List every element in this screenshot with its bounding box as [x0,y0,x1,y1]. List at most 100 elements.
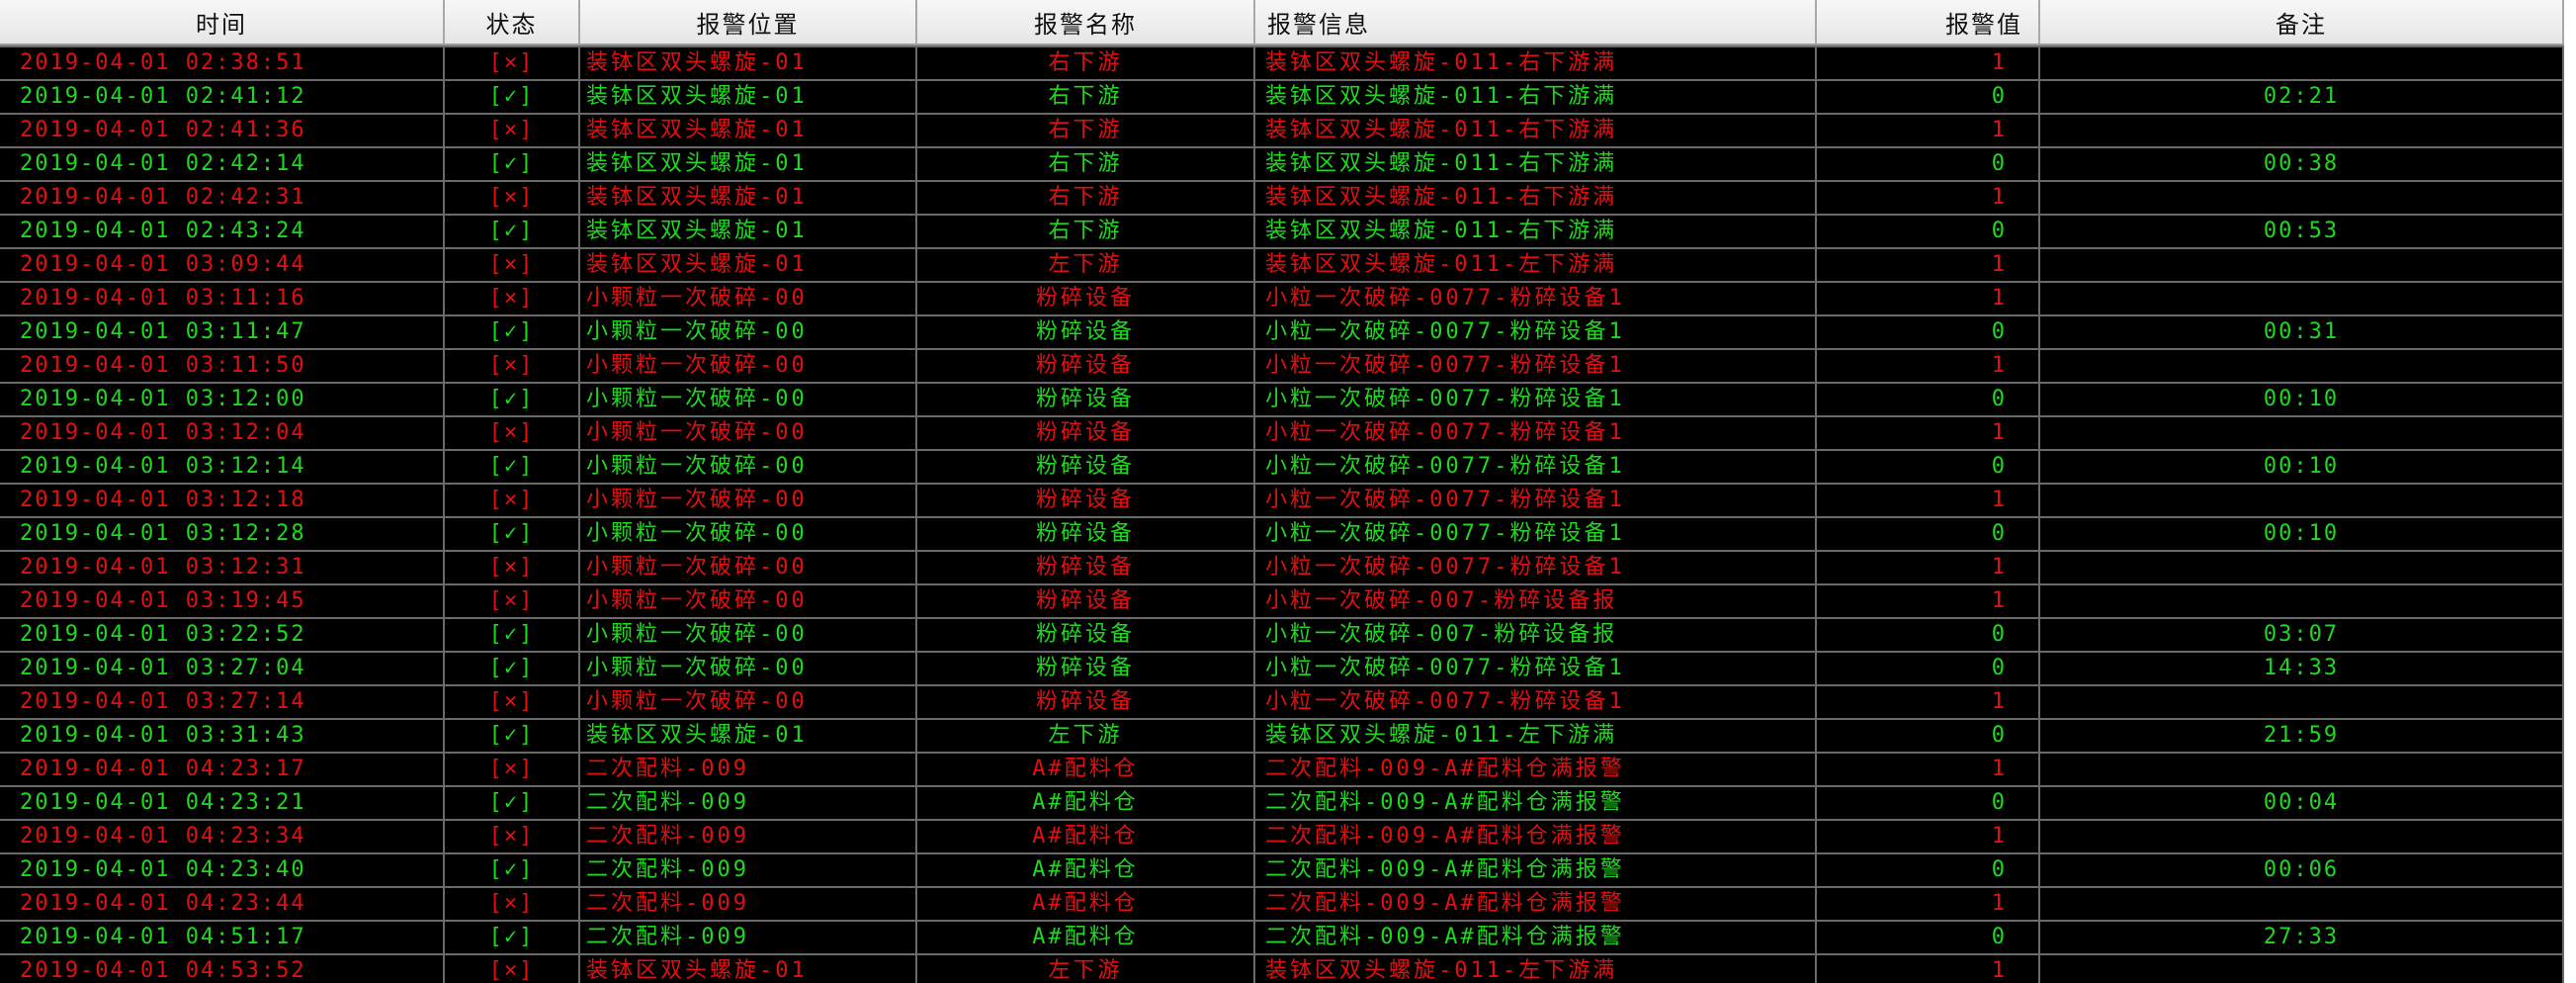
alarm-value-cell: 0 [1817,720,2040,752]
note-cell: 27:33 [2040,922,2564,953]
status-cell: [×] [445,417,580,449]
status-cell: [✓] [445,451,580,483]
table-row[interactable]: 2019-04-01 04:23:17 [×] 二次配料-009 A#配料仓 二次配料-… [0,752,2564,785]
alarm-name-cell: 粉碎设备 [917,485,1255,516]
table-row[interactable]: 2019-04-01 02:41:12 [✓] 装钵区双头螺旋-01 右下游 装钵区双头… [0,79,2564,113]
alarm-info-cell: 装钵区双头螺旋-011-右下游满 [1255,148,1817,180]
note-cell [2040,821,2564,852]
status-cell: [×] [445,754,580,785]
table-row[interactable]: 2019-04-01 02:42:31 [×] 装钵区双头螺旋-01 右下游 装钵区双头… [0,180,2564,214]
alarm-value-cell: 1 [1817,417,2040,449]
table-row[interactable]: 2019-04-01 03:11:47 [✓] 小颗粒一次破碎-00 粉碎设备 小粒一次… [0,314,2564,348]
table-row[interactable]: 2019-04-01 04:23:44 [×] 二次配料-009 A#配料仓 二次配料-… [0,886,2564,920]
table-row[interactable]: 2019-04-01 02:43:24 [✓] 装钵区双头螺旋-01 右下游 装钵区双头… [0,214,2564,247]
column-header-alarm-info[interactable]: 报警信息 [1255,0,1817,44]
column-header-location[interactable]: 报警位置 [580,0,917,44]
alarm-info-cell: 小粒一次破碎-007-粉碎设备报 [1255,585,1817,617]
column-header-alarm-name[interactable]: 报警名称 [917,0,1255,44]
location-cell: 小颗粒一次破碎-00 [580,518,917,550]
table-row[interactable]: 2019-04-01 03:19:45 [×] 小颗粒一次破碎-00 粉碎设备 小粒一次… [0,583,2564,617]
alarm-info-cell: 装钵区双头螺旋-011-右下游满 [1255,47,1817,79]
alarm-value-cell: 1 [1817,585,2040,617]
note-cell: 21:59 [2040,720,2564,752]
table-row[interactable]: 2019-04-01 04:23:40 [✓] 二次配料-009 A#配料仓 二次配料-… [0,852,2564,886]
location-cell: 小颗粒一次破碎-00 [580,350,917,382]
alarm-info-cell: 装钵区双头螺旋-011-右下游满 [1255,182,1817,214]
table-row[interactable]: 2019-04-01 03:09:44 [×] 装钵区双头螺旋-01 左下游 装钵区双头… [0,247,2564,281]
alarm-name-cell: 右下游 [917,81,1255,113]
alarm-name-cell: A#配料仓 [917,922,1255,953]
table-row[interactable]: 2019-04-01 03:31:43 [✓] 装钵区双头螺旋-01 左下游 装钵区双头… [0,718,2564,752]
location-cell: 装钵区双头螺旋-01 [580,115,917,146]
alarm-name-cell: 右下游 [917,47,1255,79]
alarm-value-cell: 0 [1817,619,2040,651]
location-cell: 小颗粒一次破碎-00 [580,417,917,449]
alarm-value-cell: 1 [1817,754,2040,785]
alarm-name-cell: A#配料仓 [917,888,1255,920]
alarm-info-cell: 装钵区双头螺旋-011-右下游满 [1255,115,1817,146]
table-row[interactable]: 2019-04-01 03:27:04 [✓] 小颗粒一次破碎-00 粉碎设备 小粒一次… [0,651,2564,684]
location-cell: 二次配料-009 [580,754,917,785]
table-row[interactable]: 2019-04-01 03:12:31 [×] 小颗粒一次破碎-00 粉碎设备 小粒一次… [0,550,2564,583]
alarm-value-cell: 1 [1817,182,2040,214]
alarm-value-cell: 0 [1817,518,2040,550]
alarm-name-cell: 右下游 [917,216,1255,247]
column-header-status[interactable]: 状态 [445,0,580,44]
location-cell: 二次配料-009 [580,787,917,819]
alarm-info-cell: 二次配料-009-A#配料仓满报警 [1255,787,1817,819]
table-row[interactable]: 2019-04-01 02:42:14 [✓] 装钵区双头螺旋-01 右下游 装钵区双头… [0,146,2564,180]
alarm-name-cell: A#配料仓 [917,754,1255,785]
table-header: 时间 状态 报警位置 报警名称 报警信息 报警值 备注 [0,0,2564,45]
alarm-info-cell: 二次配料-009-A#配料仓满报警 [1255,854,1817,886]
table-row[interactable]: 2019-04-01 03:12:00 [✓] 小颗粒一次破碎-00 粉碎设备 小粒一次… [0,382,2564,415]
time-cell: 2019-04-01 03:19:45 [0,585,445,617]
table-row[interactable]: 2019-04-01 04:23:21 [✓] 二次配料-009 A#配料仓 二次配料-… [0,785,2564,819]
alarm-value-cell: 0 [1817,922,2040,953]
status-cell: [✓] [445,854,580,886]
status-cell: [×] [445,585,580,617]
column-header-time[interactable]: 时间 [0,0,445,44]
location-cell: 装钵区双头螺旋-01 [580,148,917,180]
table-row[interactable]: 2019-04-01 03:11:16 [×] 小颗粒一次破碎-00 粉碎设备 小粒一次… [0,281,2564,314]
table-row[interactable]: 2019-04-01 03:12:18 [×] 小颗粒一次破碎-00 粉碎设备 小粒一次… [0,483,2564,516]
table-row[interactable]: 2019-04-01 03:12:04 [×] 小颗粒一次破碎-00 粉碎设备 小粒一次… [0,415,2564,449]
table-row[interactable]: 2019-04-01 03:12:28 [✓] 小颗粒一次破碎-00 粉碎设备 小粒一次… [0,516,2564,550]
status-cell: [×] [445,821,580,852]
table-row[interactable]: 2019-04-01 04:51:17 [✓] 二次配料-009 A#配料仓 二次配料-… [0,920,2564,953]
note-cell [2040,485,2564,516]
table-row[interactable]: 2019-04-01 03:12:14 [✓] 小颗粒一次破碎-00 粉碎设备 小粒一次… [0,449,2564,483]
column-header-alarm-value[interactable]: 报警值 [1817,0,2040,44]
table-row[interactable]: 2019-04-01 02:38:51 [×] 装钵区双头螺旋-01 右下游 装钵区双头… [0,45,2564,79]
table-row[interactable]: 2019-04-01 03:27:14 [×] 小颗粒一次破碎-00 粉碎设备 小粒一次… [0,684,2564,718]
table-row[interactable]: 2019-04-01 04:53:52 [×] 装钵区双头螺旋-01 左下游 装钵区双头… [0,953,2564,983]
location-cell: 装钵区双头螺旋-01 [580,955,917,983]
location-cell: 装钵区双头螺旋-01 [580,720,917,752]
table-row[interactable]: 2019-04-01 03:11:50 [×] 小颗粒一次破碎-00 粉碎设备 小粒一次… [0,348,2564,382]
alarm-name-cell: 粉碎设备 [917,384,1255,415]
alarm-name-cell: A#配料仓 [917,787,1255,819]
status-cell: [×] [445,350,580,382]
alarm-info-cell: 装钵区双头螺旋-011-右下游满 [1255,81,1817,113]
alarm-value-cell: 1 [1817,115,2040,146]
alarm-value-cell: 1 [1817,686,2040,718]
table-row[interactable]: 2019-04-01 03:22:52 [✓] 小颗粒一次破碎-00 粉碎设备 小粒一次… [0,617,2564,651]
alarm-value-cell: 1 [1817,888,2040,920]
alarm-name-cell: 粉碎设备 [917,686,1255,718]
alarm-value-cell: 1 [1817,955,2040,983]
status-cell: [✓] [445,81,580,113]
alarm-info-cell: 二次配料-009-A#配料仓满报警 [1255,922,1817,953]
time-cell: 2019-04-01 03:11:16 [0,283,445,314]
table-row[interactable]: 2019-04-01 02:41:36 [×] 装钵区双头螺旋-01 右下游 装钵区双头… [0,113,2564,146]
table-row[interactable]: 2019-04-01 04:23:34 [×] 二次配料-009 A#配料仓 二次配料-… [0,819,2564,852]
column-header-note[interactable]: 备注 [2040,0,2564,44]
note-cell: 00:04 [2040,787,2564,819]
note-cell: 00:38 [2040,148,2564,180]
status-cell: [×] [445,888,580,920]
note-cell: 14:33 [2040,653,2564,684]
alarm-name-cell: 粉碎设备 [917,417,1255,449]
time-cell: 2019-04-01 03:27:14 [0,686,445,718]
alarm-value-cell: 0 [1817,653,2040,684]
alarm-info-cell: 小粒一次破碎-0077-粉碎设备1 [1255,384,1817,415]
time-cell: 2019-04-01 04:23:17 [0,754,445,785]
time-cell: 2019-04-01 03:12:14 [0,451,445,483]
